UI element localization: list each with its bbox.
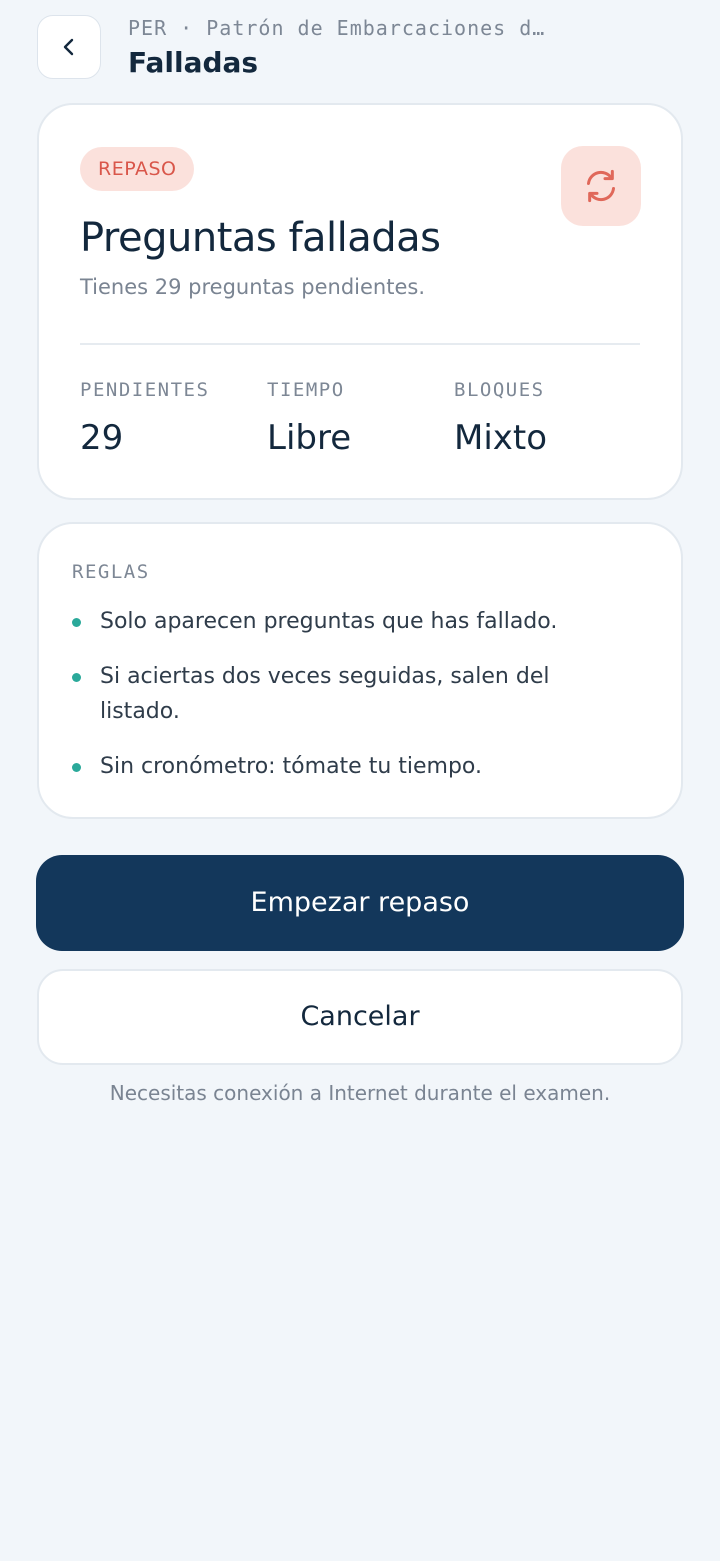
stat-label: TIEMPO	[267, 379, 345, 401]
breadcrumb: PER · Patrón de Embarcaciones d…	[128, 16, 546, 40]
card-title: Preguntas falladas	[80, 215, 441, 261]
back-button[interactable]	[37, 15, 101, 79]
rules-card: REGLAS Solo aparecen preguntas que has f…	[37, 522, 683, 819]
rule-item: Sin cronómetro: tómate tu tiempo.	[72, 749, 632, 784]
refresh-icon	[581, 166, 621, 206]
summary-card: REPASO Preguntas falladas Tienes 29 preg…	[37, 103, 683, 500]
header: PER · Patrón de Embarcaciones d… Fallada…	[37, 15, 683, 81]
stat-label: BLOQUES	[454, 379, 545, 401]
stat-label: PENDIENTES	[80, 379, 210, 401]
start-review-button[interactable]: Empezar repaso	[36, 855, 684, 951]
connection-notice: Necesitas conexión a Internet durante el…	[109, 1081, 611, 1105]
stat-value: Libre	[267, 418, 352, 458]
stat-value: 29	[80, 418, 124, 458]
status-badge: REPASO	[80, 147, 195, 191]
cancel-button[interactable]: Cancelar	[37, 969, 683, 1065]
divider	[80, 343, 640, 345]
stat-blocks: BLOQUES Mixto	[454, 377, 547, 459]
stat-value: Mixto	[454, 418, 548, 458]
rules-heading: REGLAS	[72, 561, 150, 583]
bullet-dot	[72, 763, 81, 772]
rule-text: Sin cronómetro: tómate tu tiempo.	[100, 754, 483, 779]
rule-item: Si aciertas dos veces seguidas, salen de…	[72, 659, 632, 729]
rule-text: Si aciertas dos veces seguidas, salen de…	[100, 664, 550, 724]
card-subtitle: Tienes 29 preguntas pendientes.	[80, 275, 425, 299]
stat-time: TIEMPO Libre	[267, 377, 351, 459]
bullet-dot	[72, 673, 81, 682]
rule-item: Solo aparecen preguntas que has fallado.	[72, 604, 632, 639]
stat-pending: PENDIENTES 29	[80, 377, 209, 459]
bullet-dot	[72, 618, 81, 627]
refresh-button[interactable]	[561, 146, 641, 226]
chevron-left-icon	[58, 36, 80, 58]
page-title: Falladas	[128, 46, 259, 79]
rule-text: Solo aparecen preguntas que has fallado.	[100, 609, 558, 634]
